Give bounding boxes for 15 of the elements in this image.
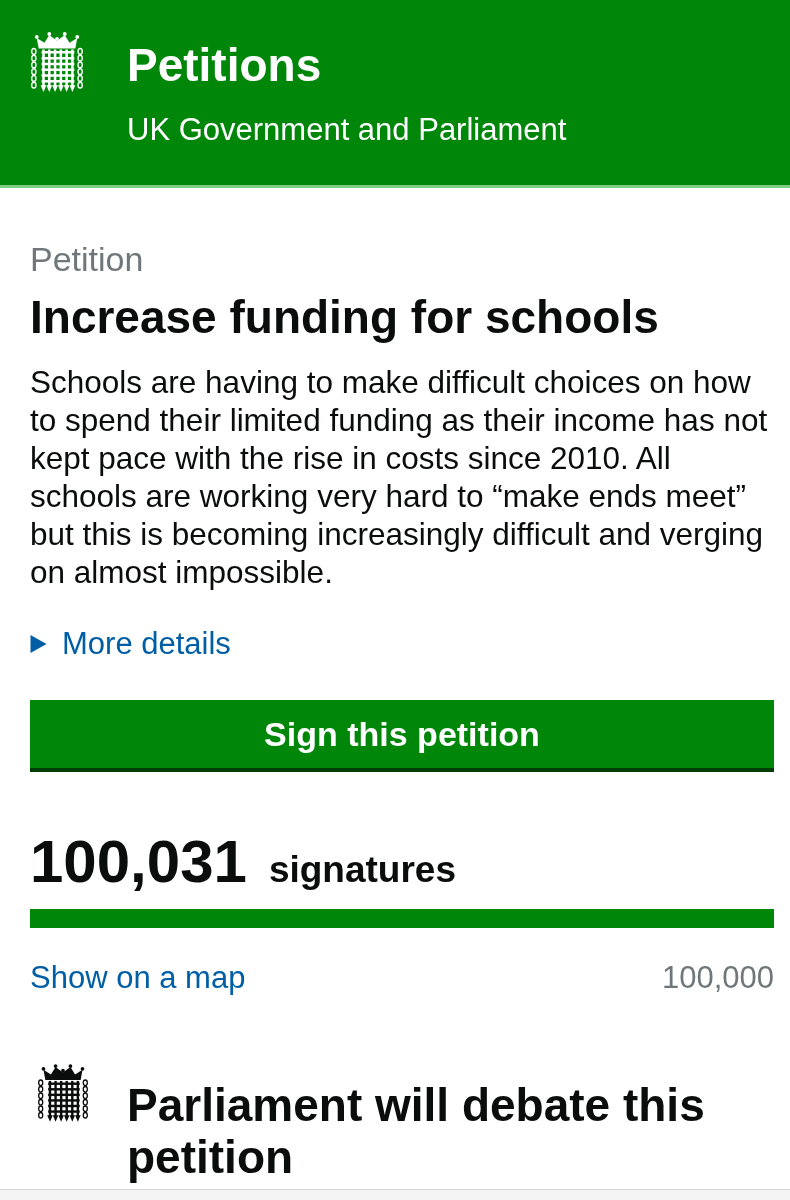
disclosure-triangle-icon[interactable] [30, 635, 47, 653]
show-on-map-link[interactable]: Show on a map [30, 960, 246, 996]
sign-petition-button[interactable]: Sign this petition [30, 700, 774, 772]
petition-description: Schools are having to make difficult choices on how to spend their limited funding as their income has not kept pace with the rise in costs since 2010. All schools are working very hard to “make ends meet” but this is becoming increasingly difficult and verging on almost impossible. [30, 363, 769, 591]
petition-caption: Petition [30, 239, 144, 279]
portcullis-crown-icon[interactable] [30, 30, 84, 94]
site-subtitle: UK Government and Parliament [127, 112, 567, 148]
signatures-label: signatures [268, 849, 456, 891]
more-details-link[interactable]: More details [62, 626, 231, 662]
portcullis-crown-icon [37, 1062, 89, 1124]
petition-title: Increase funding for schools [30, 291, 660, 343]
site-title[interactable]: Petitions [127, 38, 322, 92]
signature-count: 100,031 [30, 830, 247, 894]
signature-target: 100,000 [661, 960, 774, 996]
debate-heading: Parliament will debate this petition [127, 1079, 706, 1183]
